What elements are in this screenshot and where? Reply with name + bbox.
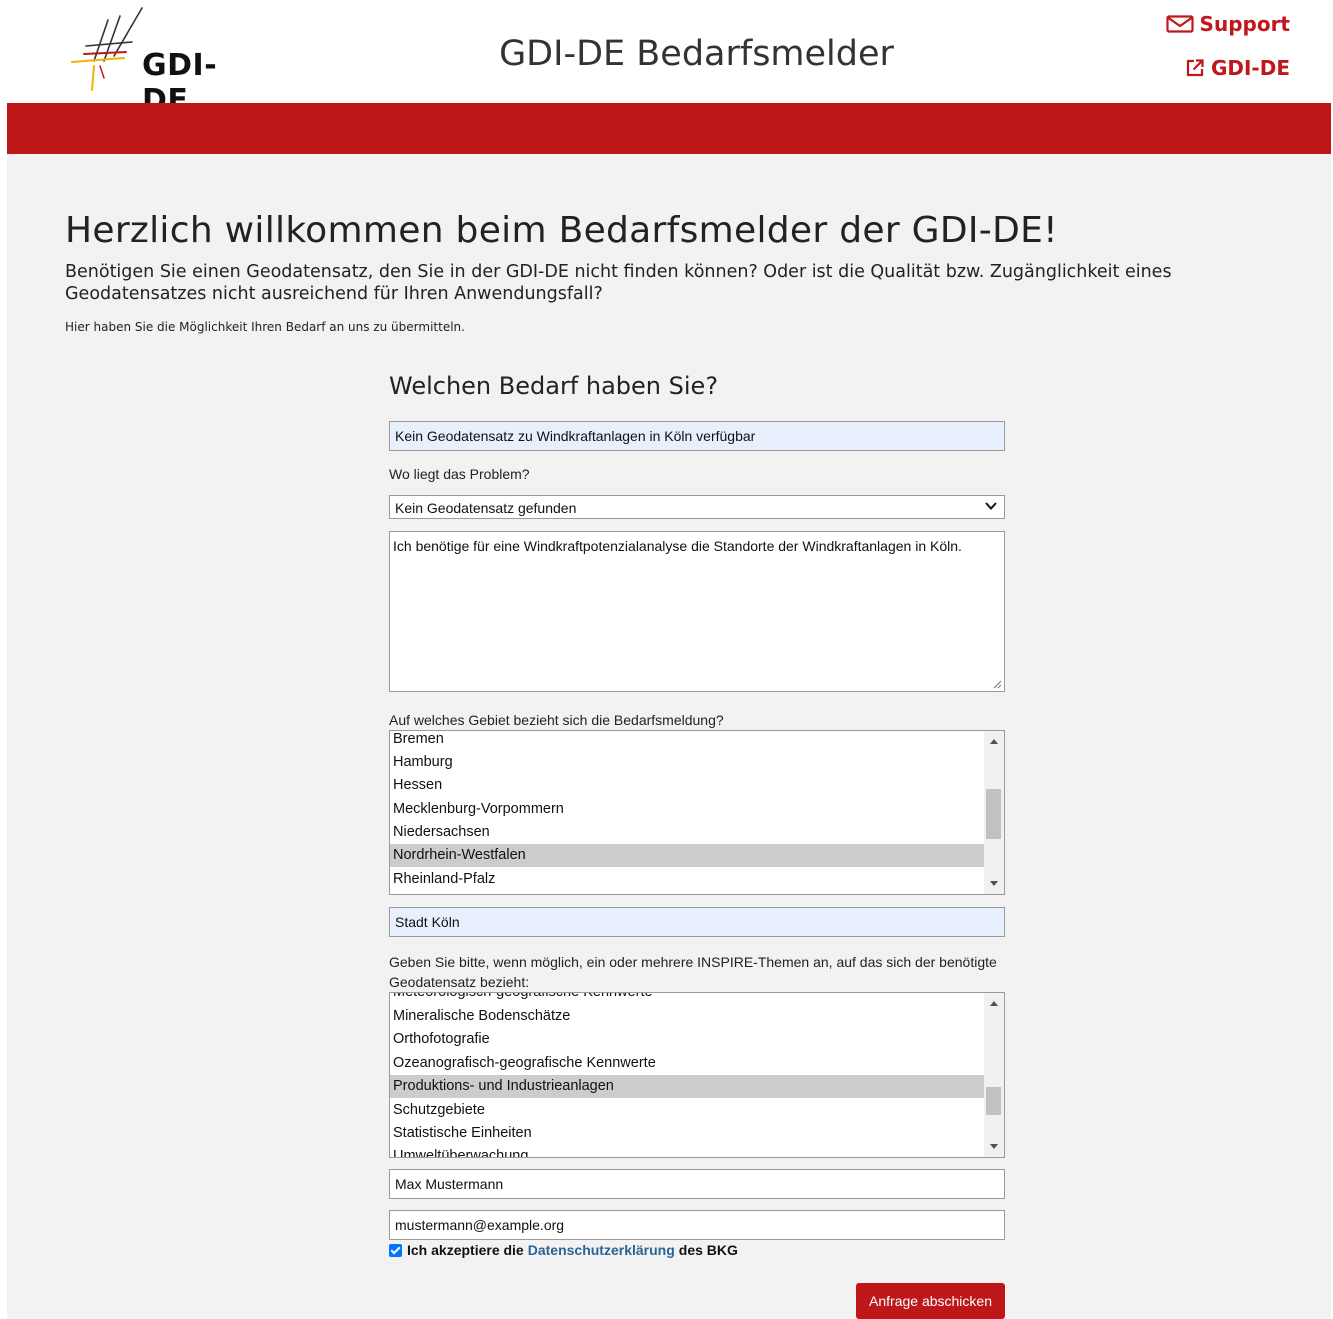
area-option[interactable]: Hamburg bbox=[390, 751, 984, 774]
gdi-de-link-label: GDI-DE bbox=[1210, 56, 1290, 80]
area-option[interactable]: Rheinland-Pfalz bbox=[390, 868, 984, 891]
submit-button[interactable]: Anfrage abschicken bbox=[856, 1283, 1005, 1319]
scroll-up-arrow-icon[interactable] bbox=[990, 1001, 998, 1006]
area-detail-input[interactable]: Stadt Köln bbox=[389, 907, 1005, 937]
header: GDI-DE GDI-DE Bedarfsmelder Support GDI-… bbox=[0, 0, 1333, 118]
consent-prefix: Ich akzeptiere die bbox=[407, 1242, 524, 1258]
theme-option[interactable]: Statistische Einheiten bbox=[390, 1122, 984, 1145]
scroll-up-arrow-icon[interactable] bbox=[990, 739, 998, 744]
problem-select[interactable]: Kein Geodatensatz gefunden bbox=[389, 495, 1005, 519]
themes-label: Geben Sie bitte, wenn möglich, ein oder … bbox=[389, 954, 997, 990]
theme-option[interactable]: Schutzgebiete bbox=[390, 1099, 984, 1122]
welcome-heading: Herzlich willkommen beim Bedarfsmelder d… bbox=[65, 210, 1058, 251]
theme-option[interactable]: Ozeanografisch-geografische Kennwerte bbox=[390, 1052, 984, 1075]
header-red-bar bbox=[7, 103, 1331, 154]
support-link-label: Support bbox=[1199, 12, 1290, 36]
name-input[interactable]: Max Mustermann bbox=[389, 1169, 1005, 1199]
gdi-de-link[interactable]: GDI-DE bbox=[1185, 56, 1290, 80]
scroll-down-arrow-icon[interactable] bbox=[990, 1144, 998, 1149]
theme-option[interactable]: Umweltüberwachung bbox=[390, 1145, 984, 1157]
themes-listbox[interactable]: Meteorologisch-geografische Kennwerte Mi… bbox=[389, 992, 1005, 1158]
consent-checkbox[interactable] bbox=[389, 1243, 402, 1257]
themes-listbox-scrollbar[interactable] bbox=[984, 993, 1004, 1157]
area-listbox[interactable]: Bremen Hamburg Hessen Mecklenburg-Vorpom… bbox=[389, 730, 1005, 895]
mail-icon bbox=[1165, 15, 1194, 33]
privacy-policy-link[interactable]: Datenschutzerklärung bbox=[528, 1242, 675, 1258]
area-option[interactable]: Mecklenburg-Vorpommern bbox=[390, 798, 984, 821]
chevron-down-icon bbox=[985, 502, 997, 510]
theme-option[interactable]: Mineralische Bodenschätze bbox=[390, 1005, 984, 1028]
area-option[interactable]: Hessen bbox=[390, 774, 984, 797]
resize-grip-icon[interactable] bbox=[992, 679, 1002, 689]
description-value: Ich benötige für eine Windkraftpotenzial… bbox=[393, 538, 962, 554]
area-option[interactable]: Bremen bbox=[390, 731, 984, 751]
problem-select-value: Kein Geodatensatz gefunden bbox=[395, 500, 577, 516]
area-option[interactable]: Niedersachsen bbox=[390, 821, 984, 844]
intro-text: Benötigen Sie einen Geodatensatz, den Si… bbox=[65, 262, 1172, 304]
consent-row: Ich akzeptiere die Datenschutzerklärung … bbox=[389, 1242, 738, 1258]
app-title: GDI-DE Bedarfsmelder bbox=[499, 34, 894, 74]
email-input[interactable]: mustermann@example.org bbox=[389, 1210, 1005, 1240]
theme-option-selected[interactable]: Produktions- und Industrieanlagen bbox=[390, 1075, 984, 1098]
area-option-selected[interactable]: Nordrhein-Westfalen bbox=[390, 844, 984, 867]
scroll-down-arrow-icon[interactable] bbox=[990, 881, 998, 886]
form-title: Welchen Bedarf haben Sie? bbox=[389, 372, 719, 400]
theme-option[interactable]: Meteorologisch-geografische Kennwerte bbox=[390, 993, 984, 1004]
external-link-icon bbox=[1186, 59, 1204, 77]
description-textarea[interactable]: Ich benötige für eine Windkraftpotenzial… bbox=[389, 531, 1005, 692]
scroll-thumb[interactable] bbox=[986, 789, 1001, 839]
area-label: Auf welches Gebiet bezieht sich die Beda… bbox=[389, 712, 724, 728]
consent-suffix: des BKG bbox=[678, 1242, 738, 1258]
problem-label: Wo liegt das Problem? bbox=[389, 466, 530, 482]
theme-option[interactable]: Orthofotografie bbox=[390, 1028, 984, 1051]
intro-small-text: Hier haben Sie die Möglichkeit Ihren Bed… bbox=[65, 320, 465, 334]
subject-input[interactable]: Kein Geodatensatz zu Windkraftanlagen in… bbox=[389, 421, 1005, 451]
scroll-thumb[interactable] bbox=[986, 1087, 1001, 1115]
support-link[interactable]: Support bbox=[1165, 12, 1290, 36]
area-listbox-scrollbar[interactable] bbox=[984, 731, 1004, 894]
